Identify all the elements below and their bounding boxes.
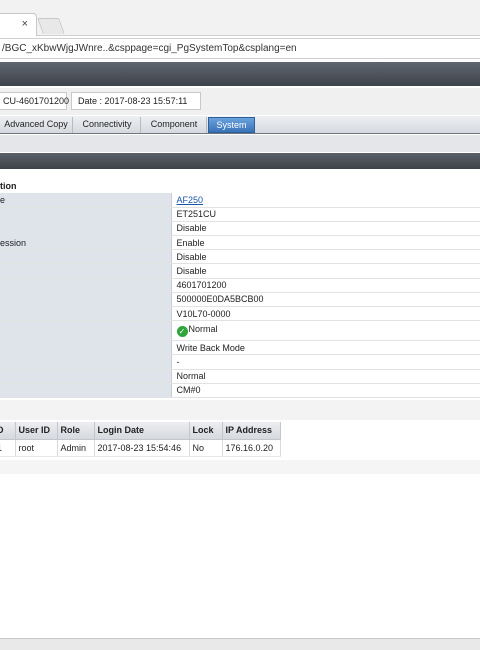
- property-value: -: [176, 356, 180, 367]
- column-header-login-date: Login Date: [94, 422, 190, 440]
- property-row: -: [0, 354, 480, 370]
- table-row[interactable]: 1 root Admin 2017-08-23 15:54:46 No 176.…: [0, 439, 281, 457]
- property-row: ET251CU: [0, 207, 480, 222]
- property-value-cell: -: [171, 354, 480, 370]
- session-ip-address: 176.16.0.20: [222, 439, 281, 457]
- session-login-date: 2017-08-23 15:54:46: [94, 439, 190, 457]
- tab-component[interactable]: Component: [142, 117, 207, 133]
- property-value: Normal: [176, 371, 206, 382]
- tab-connectivity[interactable]: Connectivity: [74, 117, 141, 133]
- property-row: Disable: [0, 249, 480, 265]
- property-value: Disable: [176, 266, 207, 277]
- tab-close-icon[interactable]: ×: [22, 18, 28, 30]
- new-tab-button[interactable]: [37, 18, 65, 34]
- property-row: Disable: [0, 263, 480, 279]
- property-value-cell: 4601701200: [171, 278, 480, 293]
- session-id: 1: [0, 439, 16, 457]
- property-value: Write Back Mode: [176, 342, 245, 353]
- browser-tab-strip: ×: [0, 0, 480, 36]
- property-value-cell: V10L70-0000: [171, 306, 480, 322]
- property-value: 500000E0DA5BCB00: [176, 294, 264, 305]
- property-value-cell: AF250: [171, 193, 480, 208]
- section-title: tion: [0, 181, 17, 191]
- tab-system[interactable]: System: [208, 117, 255, 133]
- property-label: [0, 249, 172, 265]
- property-value: Normal: [188, 324, 218, 335]
- address-bar[interactable]: /BGC_xKbwWjgJWnre..&csppage=cgi_PgSystem…: [0, 38, 480, 59]
- column-header-user-id: User ID: [15, 422, 58, 440]
- property-row: 4601701200: [0, 278, 480, 293]
- property-label: [0, 306, 172, 322]
- check-circle-icon: ✓: [176, 326, 188, 338]
- property-value: 4601701200: [176, 280, 227, 291]
- section-separator: [0, 400, 480, 420]
- session-role: Admin: [57, 439, 95, 457]
- property-label: [0, 221, 172, 237]
- content-footer: [0, 460, 480, 474]
- property-label: [0, 369, 172, 384]
- browser-tab-active[interactable]: ×: [0, 13, 37, 36]
- property-label: [0, 383, 172, 398]
- property-value-cell: Disable: [171, 221, 480, 237]
- session-lock: No: [189, 439, 223, 457]
- property-row: Write Back Mode: [0, 340, 480, 356]
- property-label: [0, 263, 172, 279]
- sub-toolbar: [0, 135, 480, 152]
- property-row: 500000E0DA5BCB00: [0, 292, 480, 308]
- property-row: e AF250: [0, 193, 480, 208]
- property-value-cell: CM#0: [171, 383, 480, 398]
- info-bar: CU-4601701200 Date : 2017-08-23 15:57:11: [0, 88, 480, 115]
- property-value-cell: Disable: [171, 249, 480, 265]
- property-label: ession: [0, 235, 172, 251]
- sessions-table: D User ID Role Login Date Lock IP Addres…: [0, 422, 281, 457]
- property-label: [0, 207, 172, 222]
- session-user-id: root: [15, 439, 58, 457]
- main-nav-tabs: Advanced Copy Connectivity Component Sys…: [0, 116, 480, 134]
- property-value-cell: Disable: [171, 263, 480, 279]
- property-value-cell: Enable: [171, 235, 480, 251]
- property-row: V10L70-0000: [0, 306, 480, 322]
- property-value-cell: Write Back Mode: [171, 340, 480, 356]
- property-value: ET251CU: [176, 209, 217, 220]
- property-value-cell: ET251CU: [171, 207, 480, 222]
- property-row: ession Enable: [0, 235, 480, 251]
- app-header: [0, 62, 480, 86]
- address-url: /BGC_xKbwWjgJWnre..&csppage=cgi_PgSystem…: [2, 43, 297, 54]
- property-value-cell: Normal: [171, 369, 480, 384]
- property-label: [0, 292, 172, 308]
- tab-advanced-copy[interactable]: Advanced Copy: [0, 117, 73, 133]
- column-header-lock: Lock: [189, 422, 223, 440]
- property-label: [0, 278, 172, 293]
- property-value: Disable: [176, 251, 207, 262]
- property-label: e: [0, 193, 172, 208]
- property-value-cell: 500000E0DA5BCB00: [171, 292, 480, 308]
- property-label: [0, 320, 172, 342]
- property-row: ✓ Normal: [0, 320, 480, 342]
- property-value-cell: ✓ Normal: [171, 320, 480, 342]
- system-properties-table: e AF250 ET251CU Disable ession Enable Disable D…: [0, 193, 480, 398]
- property-label: [0, 340, 172, 356]
- column-header-id: D: [0, 422, 16, 440]
- property-row: CM#0: [0, 383, 480, 398]
- storage-serial-field: CU-4601701200: [0, 92, 69, 110]
- model-link[interactable]: AF250: [177, 195, 204, 205]
- property-row: Disable: [0, 221, 480, 237]
- property-value: CM#0: [176, 385, 201, 396]
- property-value: V10L70-0000: [176, 308, 231, 319]
- property-label: [0, 354, 172, 370]
- property-value: Disable: [176, 223, 207, 234]
- status-bar: [0, 638, 480, 650]
- property-row: Normal: [0, 369, 480, 384]
- column-header-role: Role: [57, 422, 95, 440]
- column-header-ip-address: IP Address: [222, 422, 281, 440]
- property-value: Enable: [176, 237, 205, 248]
- current-date-field: Date : 2017-08-23 15:57:11: [71, 92, 201, 110]
- content-header-bar: [0, 153, 480, 169]
